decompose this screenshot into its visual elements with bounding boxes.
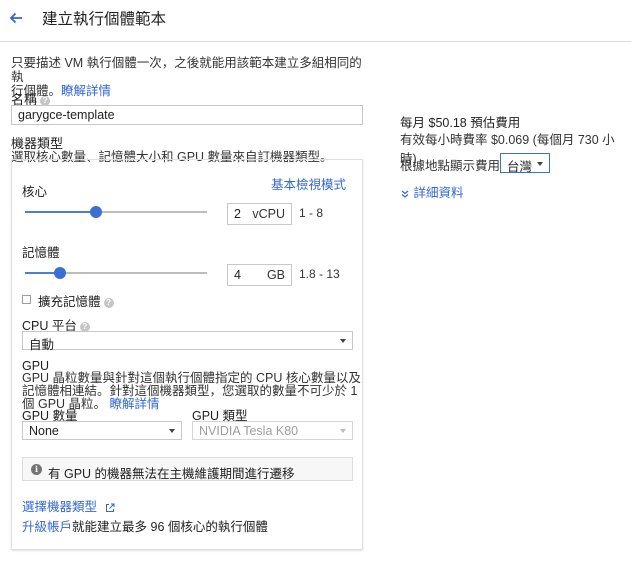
cores-input[interactable]: 2 vCPU <box>227 203 292 225</box>
intro-line-1: 只要描述 VM 執行個體一次，之後就能用該範本建立多組相同的執 <box>11 56 362 84</box>
cores-range: 1 - 8 <box>299 206 324 220</box>
chevron-down-icon <box>537 162 543 166</box>
intro-learn-more-link[interactable]: 瞭解詳情 <box>61 84 111 98</box>
cores-slider-thumb[interactable] <box>89 206 102 218</box>
external-link-icon[interactable] <box>105 503 115 513</box>
expand-more-icon <box>401 190 409 198</box>
monthly-prefix: 每月 <box>400 116 426 130</box>
cores-slider-fill <box>25 211 96 213</box>
info-message: 有 GPU 的機器無法在主機維護期間進行遷移 <box>48 467 295 481</box>
cores-slider[interactable] <box>25 206 207 218</box>
gpu-learn-more-link[interactable]: 瞭解詳情 <box>110 397 160 411</box>
cpu-platform-value: 自動 <box>29 338 55 352</box>
name-input[interactable] <box>11 105 363 125</box>
select-machine-type-row: 選擇機器類型 <box>22 496 115 515</box>
extended-memory-label: 擴充記憶體 <box>38 295 101 309</box>
basic-view-link[interactable]: 基本檢視模式 <box>271 174 346 193</box>
page-title: 建立執行個體範本 <box>42 11 167 28</box>
upgrade-text: 就能建立最多 96 個核心的執行個體 <box>72 520 268 534</box>
machine-type-card: 基本檢視模式 核心 2 vCPU 1 - 8 記憶體 4 GB 1.8 - 13… <box>11 159 363 550</box>
extended-memory-row: 擴充記憶體? <box>38 291 114 310</box>
chevron-down-icon <box>169 429 175 433</box>
select-machine-type-link[interactable]: 選擇機器類型 <box>22 500 97 514</box>
page-header: 建立執行個體範本 <box>0 0 631 42</box>
region-label: 根據地點顯示費用 <box>400 159 501 173</box>
memory-slider[interactable] <box>25 267 207 279</box>
upgrade-account-link[interactable]: 升級帳戶 <box>22 520 72 534</box>
memory-value: 4 <box>234 268 241 282</box>
back-arrow-icon[interactable] <box>6 8 26 28</box>
chevron-down-icon <box>340 339 346 343</box>
region-value: 台灣 <box>507 160 533 174</box>
help-icon[interactable]: ? <box>103 297 114 308</box>
monthly-suffix: 預估費用 <box>470 116 521 130</box>
gpu-type-select[interactable]: NVIDIA Tesla K80 <box>192 421 353 440</box>
gpu-migration-info-box: i 有 GPU 的機器無法在主機維護期間進行遷移 <box>22 457 353 481</box>
cpu-platform-select[interactable]: 自動 <box>22 331 353 352</box>
region-select[interactable]: 台灣 <box>500 153 550 174</box>
memory-unit: GB <box>266 268 285 282</box>
memory-label: 記憶體 <box>22 246 60 260</box>
memory-range: 1.8 - 13 <box>299 267 340 281</box>
cores-unit: vCPU <box>252 207 285 221</box>
extended-memory-checkbox[interactable] <box>22 295 31 304</box>
intro-text: 只要描述 VM 執行個體一次，之後就能用該範本建立多組相同的執 行個體。瞭解詳情 <box>11 56 366 98</box>
memory-slider-thumb[interactable] <box>53 267 66 279</box>
gpu-count-value: None <box>29 424 59 438</box>
memory-input[interactable]: 4 GB <box>227 264 292 286</box>
upgrade-row: 升級帳戶就能建立最多 96 個核心的執行個體 <box>22 516 268 535</box>
gpu-count-select[interactable]: None <box>22 421 182 440</box>
details-toggle[interactable]: 詳細資料 <box>400 182 464 201</box>
intro-line-2: 行個體。瞭解詳情 <box>11 84 366 98</box>
gpu-type-value: NVIDIA Tesla K80 <box>199 424 299 438</box>
cores-value: 2 <box>234 207 241 221</box>
info-icon: i <box>31 464 42 475</box>
monthly-amount: $50.18 <box>428 116 467 130</box>
cores-label: 核心 <box>22 185 48 199</box>
details-link[interactable]: 詳細資料 <box>413 186 463 200</box>
chevron-down-icon <box>340 429 346 433</box>
